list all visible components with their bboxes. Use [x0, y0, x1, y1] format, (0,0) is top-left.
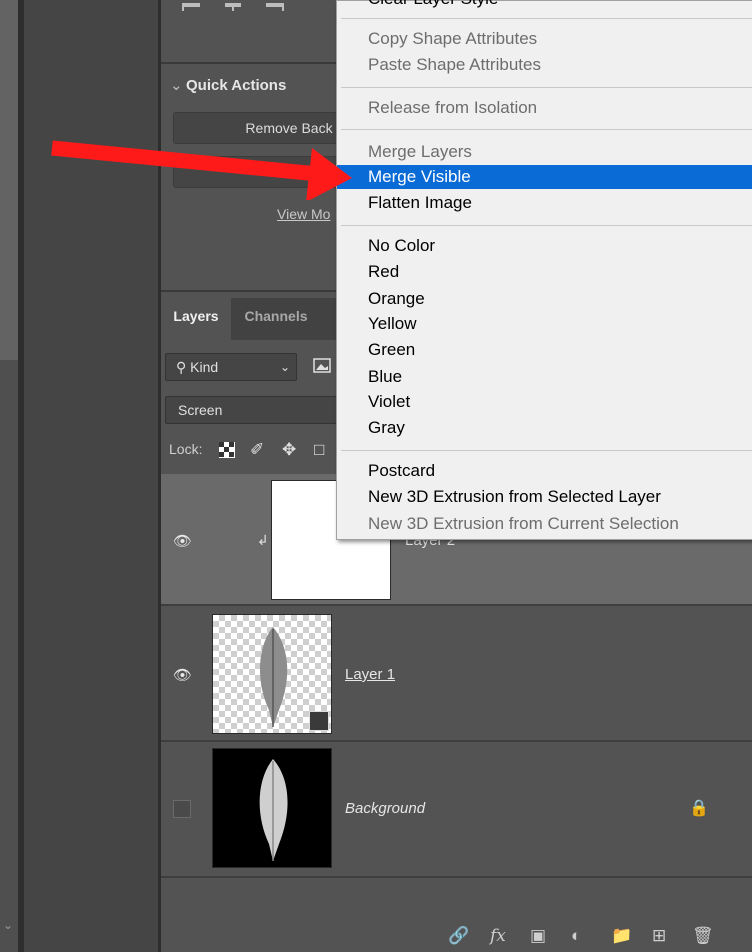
- lock-icon: 🔒: [689, 800, 709, 817]
- menu-item-merge-visible[interactable]: Merge Visible: [337, 165, 752, 189]
- folder-icon[interactable]: 📁: [611, 926, 632, 946]
- new-layer-icon[interactable]: ⊞: [652, 926, 666, 946]
- menu-item-clear-layer-style[interactable]: Clear Layer Style: [337, 0, 752, 11]
- menu-item-merge-layers[interactable]: Merge Layers: [337, 140, 752, 164]
- menu-item-green[interactable]: Green: [337, 338, 752, 362]
- menu-item-red[interactable]: Red: [337, 260, 752, 284]
- scrollbar-thumb[interactable]: [0, 0, 18, 360]
- chevron-down-icon: ⌄: [170, 77, 183, 94]
- menu-item-yellow[interactable]: Yellow: [337, 312, 752, 336]
- image-filter-icon[interactable]: [312, 356, 332, 376]
- menu-item-postcard[interactable]: Postcard: [337, 459, 752, 483]
- menu-separator: [341, 129, 752, 130]
- layer-name[interactable]: Background: [345, 800, 425, 817]
- menu-item-paste-shape-attributes[interactable]: Paste Shape Attributes: [337, 53, 752, 77]
- tab-channels[interactable]: Channels: [231, 298, 321, 340]
- menu-item-blue[interactable]: Blue: [337, 365, 752, 389]
- lock-transparency-graphic: [219, 442, 235, 458]
- menu-item-violet[interactable]: Violet: [337, 390, 752, 414]
- image-filter-graphic: [313, 358, 331, 373]
- menu-item-copy-shape-attributes[interactable]: Copy Shape Attributes: [337, 27, 752, 51]
- menu-item-flatten-image[interactable]: Flatten Image: [337, 191, 752, 215]
- move-icon[interactable]: ✥: [282, 440, 296, 460]
- blend-mode-label: Screen: [178, 402, 223, 418]
- layer-row-layer-1[interactable]: 👁 Layer 1: [161, 606, 752, 740]
- adjustment-icon[interactable]: ◐: [571, 926, 581, 946]
- tab-layers[interactable]: Layers: [161, 298, 231, 340]
- kind-filter-label: Kind: [190, 359, 219, 375]
- layer-name[interactable]: Layer 1: [345, 666, 395, 683]
- clipping-arrow-icon: ↲: [257, 532, 269, 548]
- eye-icon[interactable]: 👁: [173, 666, 192, 684]
- lock-label: Lock:: [169, 441, 203, 457]
- layer-thumbnail: [212, 748, 332, 868]
- brush-icon[interactable]: ✐: [250, 440, 264, 460]
- visibility-checkbox[interactable]: [173, 800, 191, 818]
- menu-separator: [341, 87, 752, 88]
- feather-graphic: [259, 759, 288, 861]
- arrow-head: [306, 148, 352, 200]
- mask-icon[interactable]: ▣: [530, 926, 546, 946]
- layer-row-background[interactable]: Background 🔒: [161, 742, 752, 876]
- arrow-shaft: [51, 140, 319, 182]
- eye-icon[interactable]: 👁: [173, 532, 192, 550]
- link-icon[interactable]: 🔗: [448, 926, 469, 946]
- quick-actions-header[interactable]: ⌄ Quick Actions: [170, 76, 286, 94]
- align-icons[interactable]: [180, 0, 290, 11]
- fx-icon[interactable]: fx: [490, 926, 506, 946]
- view-more-link[interactable]: View Mo: [277, 206, 330, 222]
- left-scroll-strip[interactable]: ⌄: [0, 0, 18, 952]
- quick-actions-title: Quick Actions: [186, 77, 287, 94]
- menu-separator: [341, 225, 752, 226]
- kind-filter-select[interactable]: ⚲ Kind ⌄: [165, 353, 297, 381]
- menu-item-no-color[interactable]: No Color: [337, 234, 752, 258]
- menu-separator: [341, 450, 752, 451]
- lock-transparency-icon[interactable]: [218, 441, 236, 459]
- menu-item-new-3d-extrusion-selected-layer[interactable]: New 3D Extrusion from Selected Layer: [337, 485, 752, 509]
- context-menu: Clear Layer Style Copy Shape Attributes …: [336, 0, 752, 540]
- menu-item-release-from-isolation[interactable]: Release from Isolation: [337, 96, 752, 120]
- red-arrow-annotation: [51, 140, 352, 200]
- menu-item-orange[interactable]: Orange: [337, 287, 752, 311]
- chevron-down-icon[interactable]: ⌄: [3, 918, 13, 932]
- layer-thumbnail: [212, 614, 332, 734]
- menu-separator: [341, 18, 752, 19]
- row-divider: [161, 876, 752, 878]
- chevron-down-icon: ⌄: [279, 360, 290, 374]
- align-icons-graphic: [182, 3, 284, 11]
- trash-icon[interactable]: 🗑: [692, 926, 714, 946]
- smart-object-icon: [309, 711, 329, 731]
- artboard-icon[interactable]: □: [314, 440, 324, 460]
- menu-item-gray[interactable]: Gray: [337, 416, 752, 440]
- search-icon: ⚲: [176, 359, 187, 375]
- blend-mode-select[interactable]: Screen: [165, 396, 347, 424]
- menu-item-new-3d-extrusion-current-selection[interactable]: New 3D Extrusion from Current Selection: [337, 512, 752, 536]
